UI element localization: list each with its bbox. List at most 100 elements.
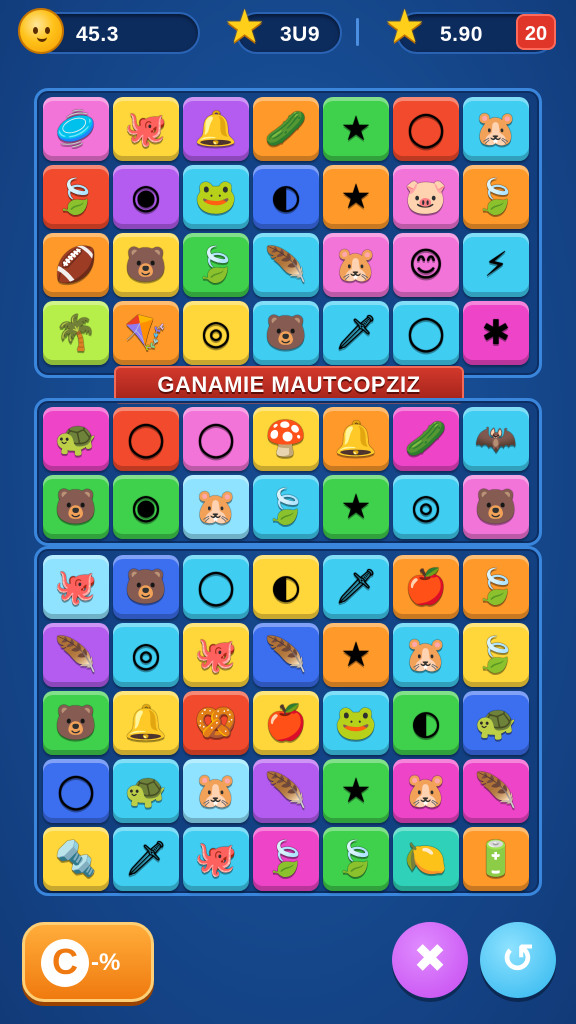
game-tile[interactable]: 🐙	[183, 623, 249, 687]
game-tile[interactable]: ◉	[113, 165, 179, 229]
game-tile[interactable]: 🍃	[253, 827, 319, 891]
bear-face-icon: 🐹	[194, 771, 238, 811]
star-icon: ★	[340, 109, 372, 149]
leaf-icon: 🍃	[474, 635, 518, 675]
game-tile[interactable]: ★	[323, 759, 389, 823]
bell-icon: 🔔	[194, 109, 238, 149]
game-tile[interactable]: 🍃	[463, 623, 529, 687]
game-tile[interactable]: 🐢	[43, 407, 109, 471]
game-tile[interactable]: 🐻	[253, 301, 319, 365]
hud-divider	[356, 18, 359, 46]
game-tile[interactable]: 🍃	[323, 827, 389, 891]
game-tile[interactable]: ◉	[113, 475, 179, 539]
game-tile[interactable]: 🪶	[463, 759, 529, 823]
game-tile[interactable]: ◐	[253, 555, 319, 619]
game-tile[interactable]: 🪶	[43, 623, 109, 687]
game-tile[interactable]: 🗡	[113, 827, 179, 891]
game-tile[interactable]: 🗡	[323, 555, 389, 619]
game-tile[interactable]: ◎	[183, 301, 249, 365]
game-tile[interactable]: 🥒	[393, 407, 459, 471]
game-tile[interactable]: 🐷	[393, 165, 459, 229]
game-tile[interactable]: 🥨	[183, 691, 249, 755]
game-tile[interactable]: 🐹	[393, 623, 459, 687]
bear-face-icon: 🐹	[194, 487, 238, 527]
game-tile[interactable]: ◎	[393, 475, 459, 539]
bear-icon: 🐻	[54, 487, 98, 527]
game-tile[interactable]: 🐙	[113, 97, 179, 161]
game-tile[interactable]: 🐹	[323, 233, 389, 297]
game-tile[interactable]: ◯	[183, 407, 249, 471]
hint-button[interactable]: ↺	[480, 922, 556, 998]
game-tile[interactable]: ◐	[253, 165, 319, 229]
game-tile[interactable]: ◯	[393, 97, 459, 161]
game-tile[interactable]: 🍃	[463, 165, 529, 229]
undo-button[interactable]: C -%	[22, 922, 154, 1002]
game-tile[interactable]: 🍃	[463, 555, 529, 619]
game-tile[interactable]: 🐹	[463, 97, 529, 161]
game-tile[interactable]: 🍃	[253, 475, 319, 539]
game-tile[interactable]: ★	[323, 475, 389, 539]
game-tile[interactable]: ★	[323, 623, 389, 687]
game-tile[interactable]: 🔋	[463, 827, 529, 891]
game-tile[interactable]: ✱	[463, 301, 529, 365]
game-tile[interactable]: 🗡	[323, 301, 389, 365]
red-creature-icon: 🐙	[124, 109, 168, 149]
bell-icon: 🔔	[334, 419, 378, 459]
game-tile[interactable]: 🐹	[183, 475, 249, 539]
game-tile[interactable]: 🦇	[463, 407, 529, 471]
tile-grid-middle: 🐢 ◯ ◯ 🍄 🔔 🥒 🦇 🐻 ◉ 🐹 🍃 ★ ◎ 🐻	[43, 407, 529, 539]
game-tile[interactable]: ◯	[113, 407, 179, 471]
game-tile[interactable]: 🐻	[113, 555, 179, 619]
leaf-icon: 🍃	[334, 839, 378, 879]
game-tile[interactable]: ⚡	[463, 233, 529, 297]
game-tile[interactable]: ★	[323, 97, 389, 161]
sword-icon: 🗡	[334, 313, 378, 353]
game-tile[interactable]: 🥒	[253, 97, 319, 161]
game-tile[interactable]: 🪁	[113, 301, 179, 365]
game-tile[interactable]: 🐻	[463, 475, 529, 539]
game-tile[interactable]: 🐢	[113, 759, 179, 823]
undo-label: -%	[91, 949, 121, 976]
bell-icon: 🔔	[124, 703, 168, 743]
bear-face-icon: 🐹	[404, 771, 448, 811]
game-tile[interactable]: 🔔	[323, 407, 389, 471]
game-tile[interactable]: 🔩	[43, 827, 109, 891]
game-tile[interactable]: 😊	[393, 233, 459, 297]
game-tile[interactable]: 🐸	[183, 165, 249, 229]
game-tile[interactable]: 🐹	[183, 759, 249, 823]
game-tile[interactable]: 🍎	[393, 555, 459, 619]
game-tile[interactable]: 🍃	[183, 233, 249, 297]
shuffle-button[interactable]: ✖	[392, 922, 468, 998]
game-tile[interactable]: 🐙	[183, 827, 249, 891]
game-tile[interactable]: 🪶	[253, 623, 319, 687]
feather-icon: 🪶	[264, 245, 308, 285]
game-tile[interactable]: 🐙	[43, 555, 109, 619]
game-tile[interactable]: ◐	[393, 691, 459, 755]
game-tile[interactable]: 🐻	[113, 233, 179, 297]
game-tile[interactable]: 🔔	[183, 97, 249, 161]
game-tile[interactable]: 🏈	[43, 233, 109, 297]
game-tile[interactable]: ◯	[393, 301, 459, 365]
game-tile[interactable]: 🥏	[43, 97, 109, 161]
game-tile[interactable]: 🍄	[253, 407, 319, 471]
game-tile[interactable]: 🐢	[463, 691, 529, 755]
game-tile[interactable]: ◎	[113, 623, 179, 687]
game-tile[interactable]: 🐻	[43, 691, 109, 755]
ball-icon: 🏈	[54, 245, 98, 285]
game-tile[interactable]: 🐻	[43, 475, 109, 539]
game-tile[interactable]: 🍃	[43, 165, 109, 229]
game-tile[interactable]: ◯	[183, 555, 249, 619]
game-tile[interactable]: 🍎	[253, 691, 319, 755]
game-tile[interactable]: 🐸	[323, 691, 389, 755]
spiral-icon: ◎	[131, 635, 161, 675]
game-tile[interactable]: 🌴	[43, 301, 109, 365]
frog-icon: 🐸	[334, 703, 378, 743]
game-tile[interactable]: ★	[323, 165, 389, 229]
orb-icon: ◐	[271, 567, 301, 607]
game-tile[interactable]: 🪶	[253, 759, 319, 823]
game-tile[interactable]: 🐹	[393, 759, 459, 823]
game-tile[interactable]: 🍋	[393, 827, 459, 891]
game-tile[interactable]: 🔔	[113, 691, 179, 755]
game-tile[interactable]: 🪶	[253, 233, 319, 297]
game-tile[interactable]: ◯	[43, 759, 109, 823]
